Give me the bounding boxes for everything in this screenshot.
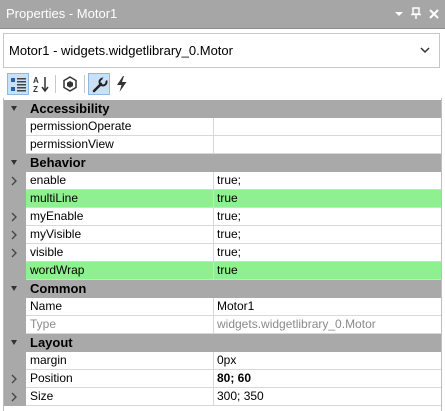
property-name: Type: [26, 316, 214, 334]
property-row[interactable]: margin 0px: [4, 352, 441, 370]
category-label: Common: [30, 281, 87, 296]
expand-icon[interactable]: [10, 212, 18, 222]
svg-text:A: A: [33, 76, 39, 85]
property-row[interactable]: Position 80; 60: [4, 370, 441, 388]
property-name: permissionView: [26, 136, 214, 154]
row-gutter: [4, 118, 26, 136]
svg-text:Z: Z: [33, 85, 38, 93]
expand-icon[interactable]: [10, 230, 18, 240]
row-gutter: [4, 172, 26, 190]
collapse-icon[interactable]: [9, 337, 19, 349]
property-value[interactable]: 0px: [214, 352, 441, 370]
property-row[interactable]: multiLine true: [4, 190, 441, 208]
category-common[interactable]: Common: [4, 280, 441, 298]
category-accessibility[interactable]: Accessibility: [4, 100, 441, 118]
collapse-icon[interactable]: [9, 283, 19, 295]
property-name: wordWrap: [26, 262, 214, 280]
category-label: Accessibility: [30, 101, 110, 116]
property-name: margin: [26, 352, 214, 370]
expand-icon[interactable]: [10, 374, 18, 384]
property-row[interactable]: Size 300; 350: [4, 388, 441, 406]
categorized-icon[interactable]: [7, 73, 29, 95]
property-value[interactable]: true;: [214, 208, 441, 226]
property-name: visible: [26, 244, 214, 262]
pin-icon[interactable]: [408, 5, 424, 22]
row-gutter: [4, 298, 26, 316]
property-value[interactable]: 300; 350: [214, 388, 441, 406]
property-name: multiLine: [26, 190, 214, 208]
properties-wrench-icon[interactable]: [88, 73, 110, 95]
row-gutter: [4, 352, 26, 370]
toolbar-separator: [55, 75, 56, 93]
property-value[interactable]: true;: [214, 244, 441, 262]
events-lightning-icon[interactable]: [111, 73, 133, 95]
object-selector-dropdown[interactable]: Motor1 - widgets.widgetlibrary_0.Motor: [3, 33, 440, 68]
category-label: Layout: [30, 335, 73, 350]
property-name: myVisible: [26, 226, 214, 244]
row-gutter: [4, 244, 26, 262]
property-value[interactable]: Motor1: [214, 298, 441, 316]
row-gutter: [4, 370, 26, 388]
close-icon[interactable]: [426, 5, 442, 22]
property-name: myEnable: [26, 208, 214, 226]
toolbar-separator: [84, 75, 85, 93]
property-value[interactable]: [214, 136, 441, 154]
properties-title-bar: Properties - Motor1: [0, 0, 445, 29]
alphabetical-sort-icon[interactable]: A Z: [30, 73, 52, 95]
properties-toolbar: A Z: [0, 72, 445, 97]
property-row: Type widgets.widgetlibrary_0.Motor: [4, 316, 441, 334]
expand-icon[interactable]: [10, 392, 18, 402]
property-row[interactable]: permissionOperate: [4, 118, 441, 136]
property-value: widgets.widgetlibrary_0.Motor: [214, 316, 441, 334]
property-row[interactable]: myVisible true;: [4, 226, 441, 244]
selected-object: Motor1 - widgets.widgetlibrary_0.Motor: [9, 43, 233, 58]
category-label: Behavior: [30, 155, 86, 170]
row-gutter: [4, 262, 26, 280]
object-icon[interactable]: [59, 73, 81, 95]
collapse-icon[interactable]: [9, 103, 19, 115]
expand-icon[interactable]: [10, 176, 18, 186]
property-value[interactable]: true;: [214, 172, 441, 190]
row-gutter: [4, 388, 26, 406]
property-row[interactable]: enable true;: [4, 172, 441, 190]
property-row[interactable]: wordWrap true: [4, 262, 441, 280]
chevron-down-icon: [419, 44, 431, 56]
row-gutter: [4, 208, 26, 226]
category-behavior[interactable]: Behavior: [4, 154, 441, 172]
row-gutter: [4, 136, 26, 154]
panel-title: Properties - Motor1: [6, 6, 118, 21]
property-value[interactable]: [214, 118, 441, 136]
property-name: permissionOperate: [26, 118, 214, 136]
property-name: enable: [26, 172, 214, 190]
property-value[interactable]: true;: [214, 226, 441, 244]
property-grid: Accessibility permissionOperate permissi…: [3, 98, 442, 411]
collapse-icon[interactable]: [9, 157, 19, 169]
row-gutter: [4, 226, 26, 244]
category-layout[interactable]: Layout: [4, 334, 441, 352]
row-gutter: [4, 316, 26, 334]
expand-icon[interactable]: [10, 248, 18, 258]
row-gutter: [4, 190, 26, 208]
property-value[interactable]: true: [214, 190, 441, 208]
property-row[interactable]: Name Motor1: [4, 298, 441, 316]
dropdown-arrow-icon[interactable]: [391, 5, 407, 22]
property-name: Name: [26, 298, 214, 316]
property-row[interactable]: permissionView: [4, 136, 441, 154]
property-value[interactable]: 80; 60: [214, 370, 441, 388]
property-row[interactable]: visible true;: [4, 244, 441, 262]
property-name: Size: [26, 388, 214, 406]
property-value[interactable]: true: [214, 262, 441, 280]
property-row[interactable]: myEnable true;: [4, 208, 441, 226]
property-name: Position: [26, 370, 214, 388]
